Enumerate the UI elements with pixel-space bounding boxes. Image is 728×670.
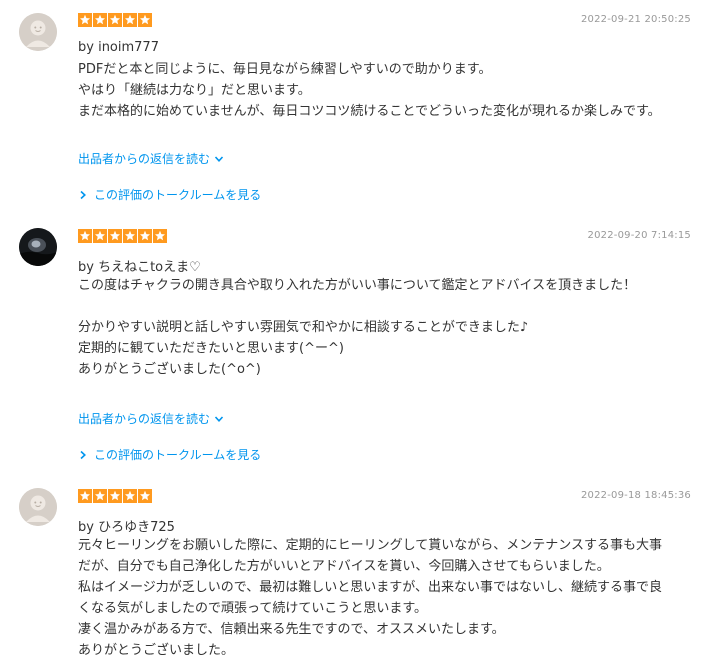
review-date: 2022-09-20 7:14:15 (587, 230, 691, 241)
star-icon (78, 13, 92, 27)
default-avatar-icon (19, 13, 57, 51)
read-reply-label: 出品者からの返信を読む (78, 152, 211, 166)
default-avatar-icon (19, 488, 57, 526)
reviewer-name[interactable]: by inoim777 (78, 40, 159, 55)
chevron-right-icon (80, 450, 86, 459)
review-text-line: ありがとうございました。 (78, 643, 235, 658)
star-icon (93, 13, 107, 27)
star-icon (138, 13, 152, 27)
talkroom-label: この評価のトークルームを見る (94, 448, 262, 462)
talkroom-link[interactable]: この評価のトークルームを見る (78, 446, 261, 463)
review-text-line: やはり「継続は力なり」だと思います。 (78, 83, 311, 98)
review-text-line: 私はイメージ力が乏しいので、最初は難しいと思いますが、出来ない事ではないし、継続… (78, 580, 662, 595)
star-rating (78, 13, 152, 27)
star-icon (93, 229, 107, 243)
chevron-right-icon (80, 190, 86, 199)
star-icon (108, 229, 122, 243)
review-text-line: 定期的に観ていただきたいと思います(^ー^) (78, 341, 344, 356)
review-text-line: ありがとうございました(^o^) (78, 362, 261, 377)
star-icon (78, 229, 92, 243)
star-icon (138, 489, 152, 503)
review-text-line: だが、自分でも自己浄化した方がいいとアドバイスを貰い、今回購入させてもらいました… (78, 559, 610, 574)
review-text-line: 元々ヒーリングをお願いした際に、定期的にヒーリングして貰いながら、メンテナンスす… (78, 538, 662, 553)
review-text-line: まだ本格的に始めていませんが、毎日コツコツ続けることでどういった変化が現れるか楽… (78, 104, 661, 119)
star-icon (123, 13, 137, 27)
review-text-line (78, 296, 703, 317)
star-icon (153, 229, 167, 243)
review-text-line: くなる気がしましたので頑張って続けていこうと思います。 (78, 601, 428, 616)
review-text-line: この度はチャクラの開き具合や取り入れた方がいい事について鑑定とアドバイスを頂きま… (78, 278, 637, 293)
star-rating (78, 229, 167, 243)
star-icon (123, 229, 137, 243)
star-icon (138, 229, 152, 243)
reviewer-name[interactable]: by ひろゆき725 (78, 516, 175, 535)
talkroom-label: この評価のトークルームを見る (94, 188, 262, 202)
review-text: この度はチャクラの開き具合や取り入れた方がいい事について鑑定とアドバイスを頂きま… (78, 275, 703, 380)
star-icon (78, 489, 92, 503)
review-text: PDFだと本と同じように、毎日見ながら練習しやすいので助かります。 やはり「継続… (78, 59, 703, 122)
reviewer-name[interactable]: by ちえねこtoえま♡ (78, 256, 201, 275)
star-icon (108, 13, 122, 27)
chevron-down-icon (214, 415, 224, 422)
read-reply-label: 出品者からの返信を読む (78, 412, 211, 426)
star-icon (108, 489, 122, 503)
review-date: 2022-09-18 18:45:36 (580, 490, 691, 501)
avatar[interactable] (19, 228, 57, 266)
star-icon (93, 489, 107, 503)
review-text-line: 凄く温かみがある方で、信頼出来る先生ですので、オススメいたします。 (78, 622, 505, 637)
review-text-line: 分かりやすい説明と話しやすい雰囲気で和やかに相談することができました♪ (78, 320, 529, 335)
talkroom-link[interactable]: この評価のトークルームを見る (78, 186, 261, 203)
star-icon (123, 489, 137, 503)
read-reply-link[interactable]: 出品者からの返信を読む (78, 150, 224, 167)
star-rating (78, 489, 152, 503)
avatar[interactable] (19, 488, 57, 526)
review-text: 元々ヒーリングをお願いした際に、定期的にヒーリングして貰いながら、メンテナンスす… (78, 535, 703, 661)
photo-avatar-icon (19, 228, 57, 266)
chevron-down-icon (214, 155, 224, 162)
review-text-line: PDFだと本と同じように、毎日見ながら練習しやすいので助かります。 (78, 62, 492, 77)
read-reply-link[interactable]: 出品者からの返信を読む (78, 410, 224, 427)
avatar[interactable] (19, 13, 57, 51)
review-date: 2022-09-21 20:50:25 (580, 14, 691, 25)
